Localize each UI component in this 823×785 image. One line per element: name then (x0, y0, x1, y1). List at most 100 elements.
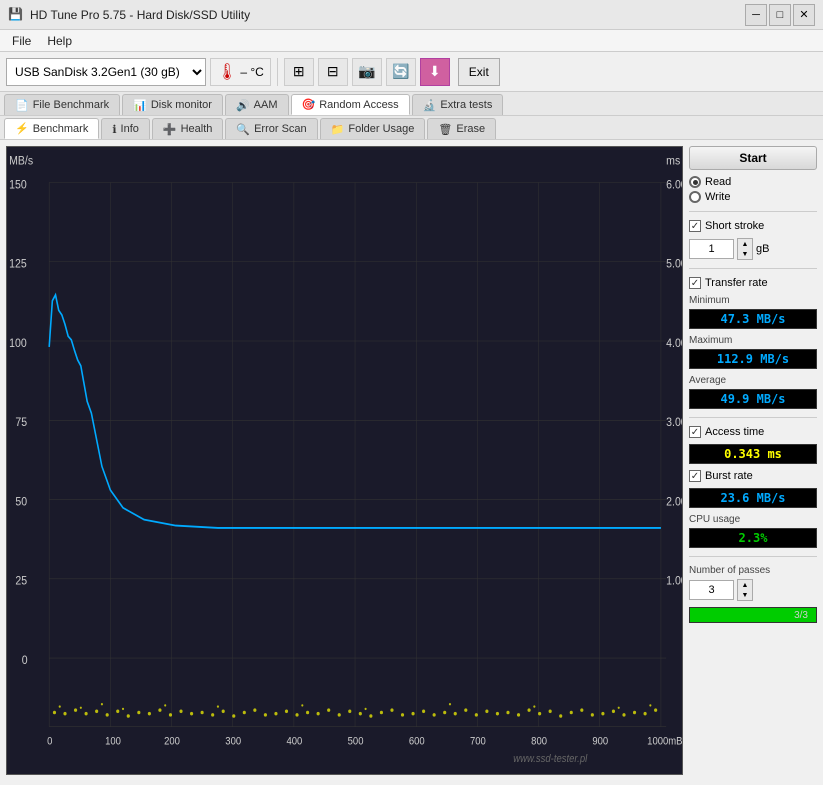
average-value: 49.9 MB/s (689, 389, 817, 409)
folder-usage-label: Folder Usage (348, 123, 414, 135)
svg-text:75: 75 (15, 417, 27, 430)
copy-icon-btn[interactable]: ⊞ (284, 58, 314, 86)
svg-text:400: 400 (286, 736, 302, 748)
start-button[interactable]: Start (689, 146, 817, 170)
minimum-value: 47.3 MB/s (689, 309, 817, 329)
extra-tests-label: Extra tests (440, 99, 492, 111)
erase-label: Erase (456, 123, 485, 135)
benchmark-label: Benchmark (33, 123, 89, 135)
menu-file[interactable]: File (4, 32, 39, 50)
tab-health[interactable]: ➕ Health (152, 118, 224, 139)
svg-text:500: 500 (348, 736, 364, 748)
minimum-section: Minimum 47.3 MB/s (689, 295, 817, 329)
svg-text:200: 200 (164, 736, 180, 748)
tab-benchmark[interactable]: ⚡ Benchmark (4, 118, 99, 139)
right-panel: Start Read Write Short stroke ▲ ▼ gB (683, 140, 823, 781)
stroke-up-button[interactable]: ▲ (738, 239, 752, 249)
burst-rate-checkbox-row[interactable]: Burst rate (689, 470, 817, 482)
app-title: HD Tune Pro 5.75 - Hard Disk/SSD Utility (30, 8, 745, 22)
health-label: Health (181, 123, 213, 135)
download-icon-btn[interactable]: ⬇ (420, 58, 450, 86)
chart-wrapper: 150 125 100 75 50 25 0 MB/s ms 6.00 5.00… (7, 147, 682, 774)
short-stroke-checkbox-row[interactable]: Short stroke (689, 220, 817, 232)
stroke-spinner-row: ▲ ▼ gB (689, 238, 817, 260)
write-radio[interactable]: Write (689, 191, 817, 203)
tab-erase[interactable]: 🗑 Erase (427, 118, 496, 139)
passes-spinner: ▲ ▼ (737, 579, 753, 601)
random-access-icon: 🎯 (302, 98, 316, 111)
average-label: Average (689, 375, 817, 386)
read-radio[interactable]: Read (689, 176, 817, 188)
passes-up-button[interactable]: ▲ (738, 580, 752, 590)
access-time-label: Access time (705, 426, 764, 438)
passes-progress-text: 3/3 (794, 610, 810, 621)
menubar: File Help (0, 30, 823, 52)
divider-2 (689, 268, 817, 269)
svg-text:100: 100 (9, 337, 27, 350)
toolbar: USB SanDisk 3.2Gen1 (30 gB) 🌡 – °C ⊞ ⊟ 📷… (0, 52, 823, 92)
tab-random-access[interactable]: 🎯 Random Access (291, 94, 410, 115)
passes-down-button[interactable]: ▼ (738, 590, 752, 600)
chart-area: 150 125 100 75 50 25 0 MB/s ms 6.00 5.00… (6, 146, 683, 775)
svg-text:50: 50 (15, 496, 27, 509)
read-label: Read (705, 176, 731, 188)
main-content: 150 125 100 75 50 25 0 MB/s ms 6.00 5.00… (0, 140, 823, 781)
transfer-rate-checkbox-row[interactable]: Transfer rate (689, 277, 817, 289)
tab-disk-monitor[interactable]: 📊 Disk monitor (122, 94, 223, 115)
error-scan-label: Error Scan (254, 123, 307, 135)
svg-text:www.ssd-tester.pl: www.ssd-tester.pl (513, 754, 588, 766)
info-label: Info (121, 123, 139, 135)
read-write-selector: Read Write (689, 176, 817, 203)
drive-selector[interactable]: USB SanDisk 3.2Gen1 (30 gB) (6, 58, 206, 86)
svg-text:5.00: 5.00 (666, 258, 682, 271)
camera-icon-btn[interactable]: 📷 (352, 58, 382, 86)
tab-file-benchmark[interactable]: 📄 File Benchmark (4, 94, 120, 115)
tab-aam[interactable]: 🔊 AAM (225, 94, 289, 115)
stroke-spinner: ▲ ▼ (737, 238, 753, 260)
svg-text:600: 600 (409, 736, 425, 748)
svg-text:3.00: 3.00 (666, 417, 682, 430)
write-radio-circle (689, 191, 701, 203)
svg-text:2.00: 2.00 (666, 496, 682, 509)
short-stroke-checkbox (689, 220, 701, 232)
stroke-down-button[interactable]: ▼ (738, 249, 752, 259)
maximize-button[interactable]: □ (769, 4, 791, 26)
info-icon: ℹ (112, 123, 116, 136)
svg-text:0: 0 (47, 736, 53, 748)
svg-text:4.00: 4.00 (666, 337, 682, 350)
svg-text:1000mB: 1000mB (647, 736, 682, 748)
close-button[interactable]: ✕ (793, 4, 815, 26)
tabs-row-2: ⚡ Benchmark ℹ Info ➕ Health 🔍 Error Scan… (0, 116, 823, 140)
stroke-input[interactable] (689, 239, 734, 259)
svg-text:0: 0 (22, 654, 28, 667)
benchmark-icon: ⚡ (15, 122, 29, 135)
access-time-section: 0.343 ms (689, 444, 817, 464)
passes-progress-section: 3/3 (689, 607, 817, 623)
access-time-checkbox-row[interactable]: Access time (689, 426, 817, 438)
svg-text:800: 800 (531, 736, 547, 748)
refresh-icon-btn[interactable]: 🔄 (386, 58, 416, 86)
random-access-label: Random Access (319, 99, 398, 111)
access-time-checkbox (689, 426, 701, 438)
exit-button[interactable]: Exit (458, 58, 500, 86)
svg-text:900: 900 (592, 736, 608, 748)
transfer-rate-checkbox (689, 277, 701, 289)
paste-icon-btn[interactable]: ⊟ (318, 58, 348, 86)
average-section: Average 49.9 MB/s (689, 375, 817, 409)
passes-spinner-row: ▲ ▼ (689, 579, 817, 601)
menu-help[interactable]: Help (39, 32, 80, 50)
tab-folder-usage[interactable]: 📁 Folder Usage (320, 118, 426, 139)
tab-info[interactable]: ℹ Info (101, 118, 150, 139)
minimize-button[interactable]: ─ (745, 4, 767, 26)
passes-progress-bar: 3/3 (689, 607, 817, 623)
tab-extra-tests[interactable]: 🔬 Extra tests (412, 94, 504, 115)
tab-error-scan[interactable]: 🔍 Error Scan (225, 118, 317, 139)
burst-rate-label: Burst rate (705, 470, 753, 482)
burst-rate-checkbox (689, 470, 701, 482)
svg-text:300: 300 (225, 736, 241, 748)
benchmark-chart: 150 125 100 75 50 25 0 MB/s ms 6.00 5.00… (7, 147, 682, 774)
divider-3 (689, 417, 817, 418)
passes-input[interactable] (689, 580, 734, 600)
svg-text:700: 700 (470, 736, 486, 748)
passes-label: Number of passes (689, 565, 817, 576)
